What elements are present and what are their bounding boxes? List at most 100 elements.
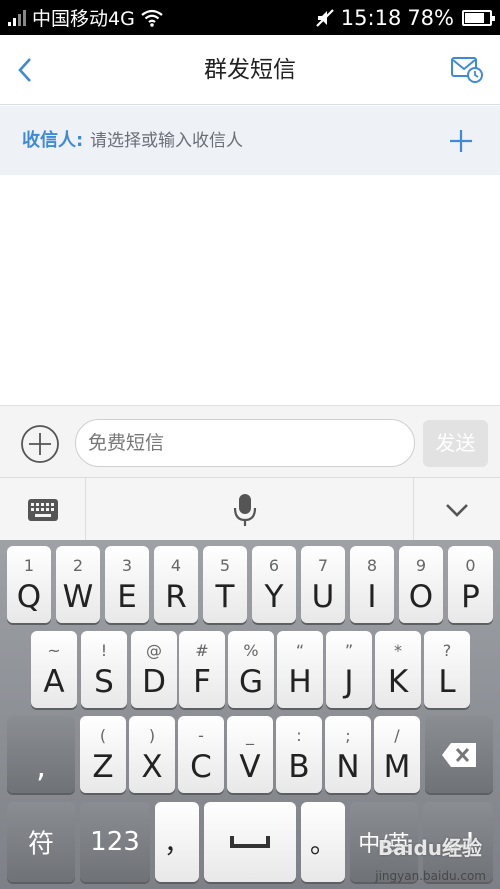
key-label: 符 bbox=[27, 829, 54, 860]
key-label: U bbox=[311, 579, 335, 615]
key-label: P bbox=[461, 579, 480, 615]
key-q[interactable]: 1Q bbox=[7, 546, 51, 623]
key-label: Q bbox=[16, 579, 42, 615]
key-label: 123 bbox=[90, 827, 140, 857]
key-u[interactable]: 7U bbox=[301, 546, 345, 623]
key-apostrophe[interactable]: , bbox=[7, 716, 75, 793]
key-r[interactable]: 4R bbox=[154, 546, 198, 623]
key-hint: _ bbox=[246, 726, 254, 745]
key-hint: 8 bbox=[366, 556, 378, 575]
key-t[interactable]: 5T bbox=[203, 546, 247, 623]
scheduled-mail-icon bbox=[451, 57, 483, 83]
key-hint: ” bbox=[344, 641, 354, 660]
recipient-row: 收信人: bbox=[0, 106, 500, 175]
key-label: F bbox=[193, 664, 211, 700]
key-label: V bbox=[239, 749, 261, 785]
key-label: A bbox=[43, 664, 65, 700]
key-hint: ! bbox=[100, 641, 108, 660]
key-hint: 7 bbox=[317, 556, 329, 575]
title-bar: 群发短信 bbox=[0, 35, 500, 105]
keyboard-toolbar bbox=[0, 477, 500, 541]
key-hint: ) bbox=[148, 726, 156, 745]
key-k[interactable]: * K bbox=[375, 631, 421, 708]
status-left: 中国移动4G bbox=[8, 0, 163, 35]
key-label: K bbox=[387, 664, 409, 700]
key-hint: ; bbox=[345, 726, 351, 745]
backspace-key[interactable] bbox=[425, 716, 493, 793]
key-label: Z bbox=[92, 749, 114, 785]
clock: 15:18 bbox=[340, 5, 402, 30]
voice-input-button[interactable] bbox=[200, 478, 290, 541]
key-a[interactable]: ~ A bbox=[31, 631, 77, 708]
hide-keyboard-button[interactable] bbox=[414, 478, 500, 541]
key-hint: ( bbox=[99, 726, 107, 745]
mute-icon bbox=[316, 8, 334, 27]
key-d[interactable]: @ D bbox=[131, 631, 177, 708]
key-hint: @ bbox=[146, 641, 162, 660]
add-recipient-button[interactable] bbox=[448, 128, 474, 154]
key-label: L bbox=[438, 664, 456, 700]
message-area bbox=[0, 175, 500, 405]
keyboard-switch-button[interactable] bbox=[0, 478, 85, 541]
key-g[interactable]: % G bbox=[228, 631, 274, 708]
recipient-label: 收信人: bbox=[22, 130, 84, 151]
key-e[interactable]: 3E bbox=[105, 546, 149, 623]
key-label: S bbox=[94, 664, 114, 700]
key-y[interactable]: 6Y bbox=[252, 546, 296, 623]
attach-button[interactable] bbox=[20, 424, 60, 464]
keyboard-icon bbox=[27, 498, 58, 521]
key-label: ， bbox=[163, 829, 190, 860]
message-input[interactable] bbox=[75, 419, 415, 467]
key-hint: : bbox=[296, 726, 302, 745]
carrier-label: 中国移动4G bbox=[32, 8, 135, 30]
backspace-icon bbox=[442, 742, 476, 767]
keyboard: 1Q 2W 3E 4R 5T 6Y 7U 8I 9O 0P ~ A ! S @ D #… bbox=[0, 540, 500, 889]
space-key[interactable] bbox=[204, 802, 296, 882]
key-hint: - bbox=[198, 726, 204, 745]
comma-key[interactable]: ， bbox=[155, 802, 199, 882]
key-x[interactable]: ) X bbox=[129, 716, 175, 793]
key-v[interactable]: _ V bbox=[227, 716, 273, 793]
microphone-icon bbox=[233, 493, 257, 526]
key-hint: 2 bbox=[72, 556, 84, 575]
key-hint: 4 bbox=[170, 556, 182, 575]
key-hint: / bbox=[394, 726, 400, 745]
plus-icon bbox=[450, 130, 472, 152]
chevron-down-icon bbox=[446, 503, 468, 517]
key-j[interactable]: ” J bbox=[326, 631, 372, 708]
key-label: I bbox=[367, 579, 377, 615]
key-i[interactable]: 8I bbox=[350, 546, 394, 623]
send-button[interactable]: 发送 bbox=[423, 420, 488, 467]
key-label: R bbox=[165, 579, 187, 615]
symbols-key[interactable]: 符 bbox=[7, 802, 75, 882]
key-hint: * bbox=[394, 641, 402, 660]
scheduled-sms-button[interactable] bbox=[450, 55, 484, 85]
key-f[interactable]: # F bbox=[179, 631, 225, 708]
key-hint: 3 bbox=[121, 556, 133, 575]
recipient-input[interactable] bbox=[90, 124, 420, 158]
status-right: 15:18 78% bbox=[315, 0, 495, 35]
key-s[interactable]: ! S bbox=[81, 631, 127, 708]
key-label: T bbox=[215, 579, 235, 615]
key-o[interactable]: 9O bbox=[399, 546, 443, 623]
key-l[interactable]: ? L bbox=[424, 631, 470, 708]
key-label: E bbox=[117, 579, 137, 615]
key-hint: 5 bbox=[219, 556, 231, 575]
key-hint: # bbox=[195, 641, 209, 660]
key-c[interactable]: -C bbox=[178, 716, 224, 793]
back-button[interactable] bbox=[10, 49, 50, 91]
key-label: D bbox=[142, 664, 166, 700]
space-icon bbox=[230, 836, 270, 848]
battery-percent: 78% bbox=[407, 5, 454, 30]
key-h[interactable]: “H bbox=[277, 631, 323, 708]
key-hint: % bbox=[243, 641, 259, 660]
key-b[interactable]: :B bbox=[276, 716, 322, 793]
numbers-key[interactable]: 123 bbox=[80, 802, 150, 882]
key-m[interactable]: / M bbox=[374, 716, 420, 793]
key-label: N bbox=[336, 749, 360, 785]
key-w[interactable]: 2W bbox=[56, 546, 100, 623]
key-p[interactable]: 0P bbox=[448, 546, 493, 623]
key-n[interactable]: ; N bbox=[325, 716, 371, 793]
key-z[interactable]: (Z bbox=[80, 716, 126, 793]
period-key[interactable]: 。 bbox=[301, 802, 345, 882]
